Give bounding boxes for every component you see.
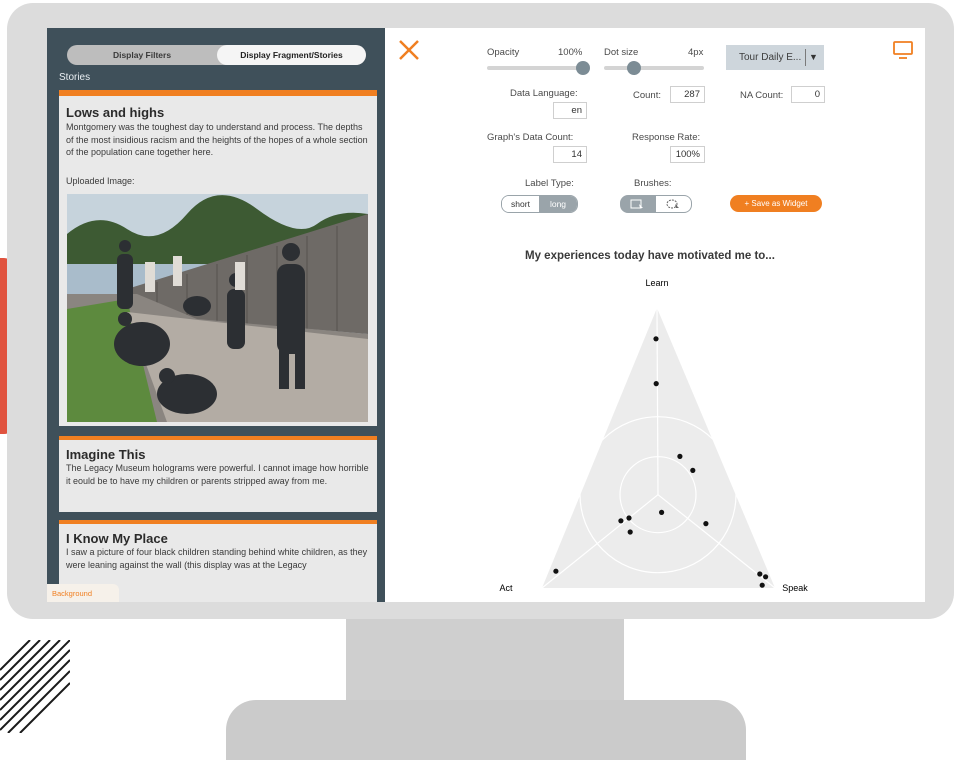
data-point[interactable] [626, 515, 632, 521]
data-point[interactable] [653, 336, 659, 342]
label-type-toggle: short long [501, 195, 578, 213]
data-point[interactable] [618, 518, 624, 524]
response-rate-field[interactable]: 100% [670, 146, 705, 163]
data-language-label: Data Language: [510, 88, 578, 99]
display-monitor-icon[interactable] [892, 40, 914, 60]
display-toggle: Display Filters Display Fragment/Stories [67, 45, 366, 65]
data-point[interactable] [553, 568, 559, 574]
lasso-brush-icon [666, 199, 679, 209]
chart-title: My experiences today have motivated me t… [525, 250, 775, 262]
data-point[interactable] [763, 574, 769, 580]
stories-panel: Display Filters Display Fragment/Stories… [47, 28, 385, 602]
brushes-label: Brushes: [634, 178, 672, 189]
opacity-slider-thumb[interactable] [576, 61, 590, 75]
axis-label-act: Act [499, 583, 513, 593]
story-text: I saw a picture of four black children s… [66, 547, 368, 570]
data-language-field[interactable]: en [553, 102, 587, 119]
dot-size-slider-thumb[interactable] [627, 61, 641, 75]
data-point[interactable] [659, 509, 665, 515]
opacity-value: 100% [558, 47, 583, 58]
data-point[interactable] [690, 467, 696, 473]
opacity-label: Opacity [487, 47, 520, 58]
label-type-label: Label Type: [525, 178, 574, 189]
story-title: I Know My Place [66, 531, 168, 546]
story-title: Imagine This [66, 447, 146, 462]
opacity-slider-track[interactable] [487, 66, 583, 70]
data-point[interactable] [759, 582, 765, 588]
dot-size-slider-track[interactable] [604, 66, 704, 70]
decorative-hatch-pattern [0, 640, 70, 733]
axis-label-learn: Learn [645, 278, 668, 288]
brushes-toggle [620, 195, 692, 213]
ternary-chart: Learn Act Speak [499, 278, 808, 593]
na-count-label: NA Count: [740, 90, 784, 101]
data-point[interactable] [677, 453, 683, 459]
count-field[interactable]: 287 [670, 86, 705, 103]
data-point[interactable] [757, 571, 763, 577]
uploaded-image-label: Uploaded Image: [66, 176, 135, 186]
count-label: Count: [633, 90, 661, 101]
chevron-down-icon: ▼ [809, 52, 818, 62]
display-filters-tab[interactable]: Display Filters [67, 45, 217, 65]
monitor-stand-base [226, 700, 746, 760]
data-point[interactable] [703, 521, 709, 527]
response-rate-label: Response Rate: [632, 132, 701, 143]
na-count-field[interactable]: 0 [791, 86, 825, 103]
dot-size-label: Dot size [604, 47, 639, 58]
data-point[interactable] [627, 529, 633, 535]
story-text: The Legacy Museum holograms were powerfu… [66, 463, 369, 486]
save-as-widget-button[interactable]: + Save as Widget [730, 195, 822, 212]
monitor-stand-neck [346, 617, 624, 705]
background-tab[interactable]: Background [47, 584, 119, 602]
dot-size-value: 4px [688, 47, 704, 58]
label-type-long[interactable]: long [539, 196, 577, 212]
background-tab-label: Background [52, 589, 93, 598]
dropdown-separator [805, 49, 806, 66]
dataset-dropdown-value: Tour Daily E... [739, 52, 802, 63]
story-card: Lows and highs Montgomery was the toughe… [59, 92, 377, 426]
ternary-plot-area [542, 308, 775, 588]
data-point[interactable] [653, 381, 659, 387]
display-stories-tab[interactable]: Display Fragment/Stories [217, 45, 366, 65]
label-type-short[interactable]: short [502, 196, 539, 212]
story-card: Imagine This The Legacy Museum holograms… [59, 436, 377, 512]
rectangle-brush-icon[interactable] [630, 199, 644, 209]
axis-label-speak: Speak [782, 583, 808, 593]
close-icon[interactable] [397, 38, 421, 62]
monitor-screen: Display Filters Display Fragment/Stories… [47, 28, 925, 602]
uploaded-photo[interactable] [67, 194, 368, 422]
story-text: Montgomery was the toughest day to under… [66, 122, 368, 158]
stories-section-label: Stories [59, 72, 91, 83]
graph-data-count-label: Graph's Data Count: [487, 132, 574, 143]
lasso-brush-button[interactable] [656, 196, 691, 212]
dataset-dropdown[interactable]: Tour Daily E... ▼ [726, 45, 824, 70]
graph-data-count-field[interactable]: 14 [553, 146, 587, 163]
story-title: Lows and highs [66, 105, 165, 120]
